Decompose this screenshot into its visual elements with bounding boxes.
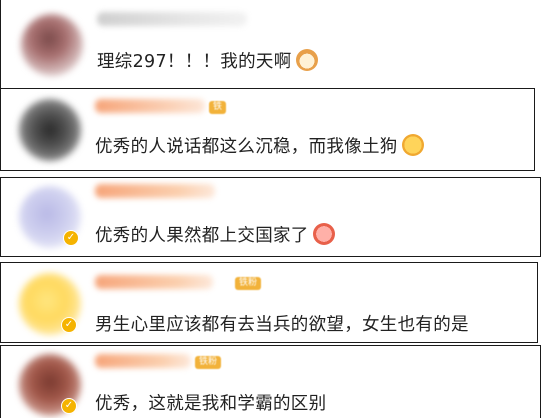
level-badge: 铁粉 (195, 356, 222, 369)
avatar[interactable] (19, 99, 81, 161)
pig-emoji (312, 223, 335, 245)
comment-text: 优秀的人果然都上交国家了 (95, 222, 335, 247)
level-badge: 铁 (209, 101, 227, 114)
comment-text-content: 理综297！！！我的天啊 (97, 52, 292, 72)
username[interactable] (97, 12, 247, 26)
cat-emoji (295, 49, 318, 71)
comment-text: 优秀，这就是我和学霸的区别 (95, 390, 326, 415)
comment-text-content: 优秀的人果然都上交国家了 (95, 226, 309, 246)
comment-text: 理综297！！！我的天啊 (97, 48, 318, 73)
verified-badge: ✓ (61, 398, 77, 414)
comment-card: 理综297！！！我的天啊 (0, 0, 541, 88)
comment-card: ✓ 铁粉 男生心里应该都有去当兵的欲望，女生也有的是 (0, 262, 538, 343)
comment-text: 优秀的人说话都这么沉稳，而我像土狗 (95, 133, 424, 158)
comment-card: ✓ 铁粉 优秀，这就是我和学霸的区别 (0, 345, 541, 418)
username[interactable] (95, 354, 191, 368)
comment-card: ✓ 优秀的人果然都上交国家了 (0, 177, 541, 257)
avatar[interactable] (21, 14, 83, 76)
comment-text-content: 男生心里应该都有去当兵的欲望，女生也有的是 (95, 315, 469, 335)
verified-badge: ✓ (61, 317, 77, 333)
username[interactable] (95, 184, 215, 198)
username[interactable] (95, 99, 205, 113)
level-badge: 铁粉 (235, 277, 262, 290)
comment-text-content: 优秀，这就是我和学霸的区别 (95, 394, 327, 414)
username[interactable] (95, 275, 213, 289)
verified-badge: ✓ (63, 230, 79, 246)
comment-text: 男生心里应该都有去当兵的欲望，女生也有的是 (95, 311, 469, 336)
comment-card: 铁 优秀的人说话都这么沉稳，而我像土狗 (0, 88, 535, 171)
comment-text-content: 优秀的人说话都这么沉稳，而我像土狗 (95, 137, 398, 157)
laugh-cry-emoji (401, 134, 424, 156)
